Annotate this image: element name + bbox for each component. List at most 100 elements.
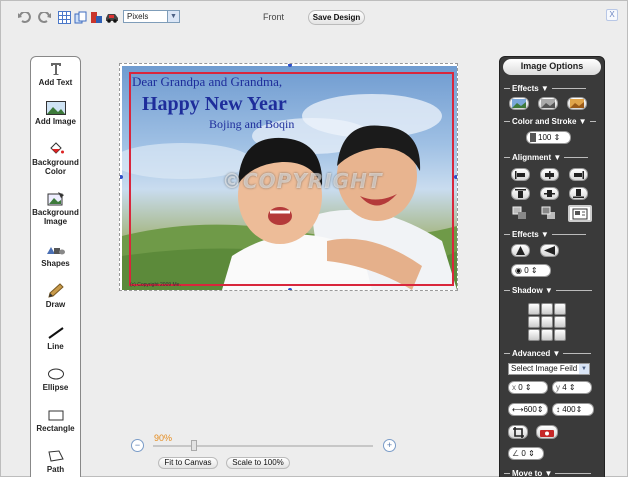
layer-icon[interactable] <box>89 10 103 24</box>
bring-forward-icon[interactable] <box>541 206 557 220</box>
add-text-tool[interactable]: Add Text <box>31 60 80 87</box>
width-icon: ⟷ <box>512 405 524 414</box>
fit-to-canvas-button[interactable]: Fit to Canvas <box>158 457 218 469</box>
tool-label: Line <box>47 342 64 351</box>
y-position-field[interactable]: y 4 ⇕ <box>552 381 592 394</box>
resize-handle-left[interactable] <box>120 175 123 179</box>
move-to-section-header[interactable]: Move to ▼ <box>504 469 592 477</box>
y-label: y <box>556 383 560 392</box>
crop-icon <box>512 426 524 438</box>
x-position-field[interactable]: x 0 ⇕ <box>508 381 548 394</box>
width-field[interactable]: ⟷600⇕ <box>508 403 548 416</box>
undo-icon[interactable] <box>17 10 31 24</box>
section-label: Effects <box>512 230 539 239</box>
align-left-button[interactable] <box>511 168 530 181</box>
copyright-watermark: ©COPYRIGHT <box>222 169 383 193</box>
background-color-tool[interactable]: Background Color <box>31 140 80 176</box>
section-label: Shadow <box>512 286 543 295</box>
zoom-slider-thumb[interactable] <box>191 440 197 451</box>
shapes-tool[interactable]: Shapes <box>31 241 80 268</box>
save-design-button[interactable]: Save Design <box>308 10 365 25</box>
shadow-cell[interactable] <box>554 329 566 341</box>
shadow-cell[interactable] <box>554 303 566 315</box>
resize-handle-top[interactable] <box>288 64 292 67</box>
shadow-direction-grid[interactable] <box>528 303 566 341</box>
shadow-cell[interactable] <box>528 303 540 315</box>
effect-normal-button[interactable] <box>509 97 529 110</box>
units-select[interactable]: Pixels ▼ <box>123 10 180 23</box>
zoom-in-icon[interactable]: + <box>383 439 396 452</box>
shadow-cell[interactable] <box>541 316 553 328</box>
line-tool[interactable]: Line <box>31 324 80 351</box>
flip-horizontal-icon <box>544 246 555 255</box>
units-value: Pixels <box>127 12 149 21</box>
paint-bucket-icon <box>31 140 80 158</box>
flip-vertical-button[interactable] <box>511 244 530 257</box>
flip-horizontal-button[interactable] <box>540 244 559 257</box>
grid-icon[interactable] <box>57 10 71 24</box>
width-value: 600 <box>523 405 537 414</box>
greeting-text[interactable]: Dear Grandpa and Grandma, <box>132 74 282 90</box>
color-stroke-section-header[interactable]: Color and Stroke ▼ <box>504 117 596 126</box>
resize-handle-right[interactable] <box>454 175 457 179</box>
effects-section-header[interactable]: Effects ▼ <box>504 84 586 93</box>
align-bottom-icon <box>573 189 584 198</box>
redo-icon[interactable] <box>37 10 51 24</box>
align-top-button[interactable] <box>511 187 530 200</box>
section-label: Effects <box>512 84 539 93</box>
image-icon <box>570 99 584 108</box>
align-middle-button[interactable] <box>540 187 559 200</box>
align-right-button[interactable] <box>569 168 588 181</box>
panel-title: Image Options <box>503 59 601 75</box>
stroke-width-field[interactable]: 100 ⇕ <box>526 131 571 144</box>
shadow-cell[interactable] <box>541 303 553 315</box>
height-field[interactable]: ↕ 400⇕ <box>552 403 594 416</box>
effect-sepia-button[interactable] <box>567 97 587 110</box>
alignment-section-header[interactable]: Alignment ▼ <box>504 153 589 162</box>
photo-filter-button[interactable] <box>536 425 558 439</box>
crop-button[interactable] <box>508 425 528 439</box>
zoom-out-icon[interactable]: − <box>131 439 144 452</box>
stroke-color-swatch[interactable] <box>530 133 536 143</box>
shadow-cell[interactable] <box>541 329 553 341</box>
scale-to-100-button[interactable]: Scale to 100% <box>226 457 290 469</box>
background-image-icon <box>31 190 80 208</box>
angle-field[interactable]: ∠ 0 ⇕ <box>508 447 544 460</box>
x-label: x <box>512 383 516 392</box>
resize-handle-bottom[interactable] <box>288 288 292 290</box>
zoom-slider-track[interactable] <box>153 445 373 447</box>
rotate-icon: ◉ <box>515 266 522 275</box>
chevron-down-icon: ▼ <box>167 11 179 22</box>
ellipse-tool[interactable]: Ellipse <box>31 365 80 392</box>
names-text[interactable]: Bojing and Boqin <box>209 117 294 132</box>
selected-layout-button[interactable] <box>568 205 592 222</box>
flip-vertical-icon <box>516 246 525 255</box>
align-center-button[interactable] <box>540 168 559 181</box>
shadow-cell[interactable] <box>528 329 540 341</box>
tools-sidebar: Add Text Add Image Background Color Back… <box>30 56 81 477</box>
align-bottom-button[interactable] <box>569 187 588 200</box>
close-button[interactable]: X <box>606 9 618 21</box>
path-tool[interactable]: Path <box>31 447 80 474</box>
shadow-cell[interactable] <box>528 316 540 328</box>
align-middle-icon <box>544 190 555 197</box>
copy-icon[interactable] <box>73 10 87 24</box>
rectangle-tool[interactable]: Rectangle <box>31 406 80 433</box>
canvas-photo[interactable]: Dear Grandpa and Grandma, Happy New Year… <box>122 66 457 290</box>
rotation-field[interactable]: ◉ 0 ⇕ <box>511 264 551 277</box>
send-backward-icon[interactable] <box>512 206 528 220</box>
car-icon[interactable] <box>105 10 119 24</box>
effects2-section-header[interactable]: Effects ▼ <box>504 230 586 239</box>
effect-grayscale-button[interactable] <box>538 97 558 110</box>
advanced-section-header[interactable]: Advanced ▼ <box>504 349 592 358</box>
shadow-section-header[interactable]: Shadow ▼ <box>504 286 592 295</box>
rectangle-icon <box>31 406 80 424</box>
draw-tool[interactable]: Draw <box>31 282 80 309</box>
image-field-select[interactable]: Select Image Feild ▼ <box>508 363 590 375</box>
add-image-tool[interactable]: Add Image <box>31 99 80 126</box>
headline-text[interactable]: Happy New Year <box>142 93 287 116</box>
design-canvas[interactable]: Dear Grandpa and Grandma, Happy New Year… <box>119 63 458 291</box>
shadow-cell[interactable] <box>554 316 566 328</box>
background-image-tool[interactable]: Background Image <box>31 190 80 226</box>
tool-label: Ellipse <box>42 383 69 392</box>
